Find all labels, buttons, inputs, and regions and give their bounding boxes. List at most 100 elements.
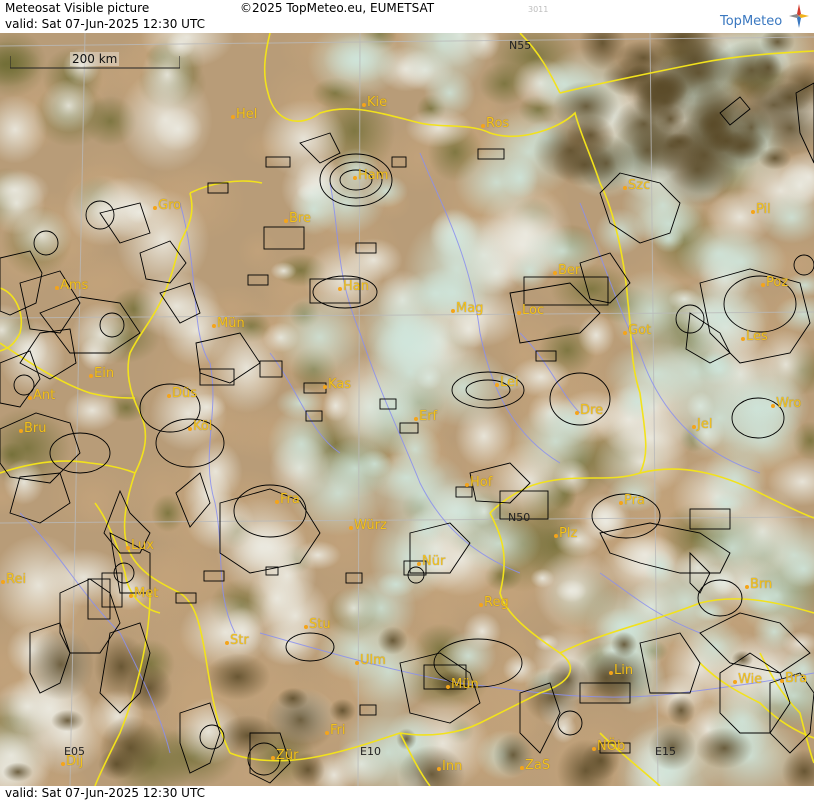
grid-label-n50: N50 [508, 511, 531, 524]
city-label: Mag [451, 301, 483, 316]
cloud-patch [656, 104, 685, 134]
city-label: Ros [481, 116, 509, 131]
city-dot [355, 661, 359, 665]
city-name: Han [343, 279, 369, 294]
city-name: NÖb [597, 739, 626, 754]
city-dot [465, 483, 469, 487]
cloud-patch [454, 146, 539, 219]
city-name: Dre [580, 403, 604, 418]
city-label: Les [741, 329, 768, 344]
city-label: Lux [126, 538, 154, 553]
city-name: Nür [422, 554, 446, 569]
cloud-patch [633, 201, 705, 247]
city-label: Fra [275, 492, 300, 507]
city-name: Würz [354, 518, 387, 533]
city-label: Reg [479, 595, 509, 610]
city-label: Düs [167, 386, 198, 401]
city-label: Dij [61, 754, 84, 769]
cloud-patch [118, 68, 213, 172]
city-label: Ber [553, 263, 580, 278]
city-dot [225, 641, 229, 645]
city-label: Han [338, 279, 369, 294]
city-dot [28, 396, 32, 400]
city-label: Ulm [355, 653, 386, 668]
cloud-patch [530, 568, 555, 588]
cloud-patch [270, 262, 297, 280]
city-name: Kas [328, 377, 352, 392]
city-label: Bre [284, 211, 311, 226]
city-dot [619, 501, 623, 505]
logo-text: TopMeteo [720, 14, 783, 29]
city-dot [575, 411, 579, 415]
map-canvas [0, 33, 814, 786]
header-bar: Meteosat Visible picture valid: Sat 07-J… [0, 0, 814, 33]
city-name: Pil [756, 202, 771, 217]
copyright-text: ©2025 TopMeteo.eu, EUMETSAT [240, 1, 435, 15]
city-name: Köl [193, 419, 213, 434]
city-label: Mün [446, 677, 479, 692]
city-dot [451, 309, 455, 313]
city-dot [751, 210, 755, 214]
city-label: Got [623, 323, 651, 338]
grid-label-e15: E15 [655, 745, 676, 758]
city-dot [284, 219, 288, 223]
city-name: Les [746, 329, 768, 344]
city-label: Hel [231, 107, 258, 122]
city-label: Pra [619, 493, 645, 508]
cloud-patch [265, 687, 336, 753]
city-label: Lei [495, 375, 519, 390]
cloud-patch [126, 664, 173, 712]
city-dot [446, 685, 450, 689]
city-name: Hel [236, 107, 258, 122]
city-name: Stu [309, 617, 331, 632]
city-label: Ein [89, 366, 115, 381]
city-name: Düs [172, 386, 198, 401]
grid-label-e10: E10 [360, 745, 381, 758]
city-name: Fra [280, 492, 300, 507]
city-label: Ams [55, 278, 88, 293]
product-title: Meteosat Visible picture [5, 1, 150, 15]
city-dot [761, 283, 765, 287]
cloud-patch [610, 631, 638, 658]
city-name: Dij [66, 754, 84, 769]
city-name: Reg [484, 595, 509, 610]
city-label: Brn [745, 577, 772, 592]
city-name: Inn [442, 759, 463, 774]
city-name: Bre [289, 211, 311, 226]
city-dot [553, 271, 557, 275]
cloud-patch [2, 762, 33, 782]
city-label: Poz [761, 275, 788, 290]
cloud-patch [205, 653, 271, 701]
city-label: Ant [28, 388, 56, 403]
topmeteo-logo[interactable]: TopMeteo [718, 3, 810, 31]
city-dot [692, 425, 696, 429]
city-name: Zür [276, 748, 299, 763]
city-name: Mün [451, 677, 479, 692]
city-name: Ant [33, 388, 56, 403]
city-dot [19, 429, 23, 433]
city-dot [188, 427, 192, 431]
city-label: Inn [437, 759, 463, 774]
city-name: Pra [624, 493, 645, 508]
city-dot [89, 374, 93, 378]
city-name: Lux [131, 538, 154, 553]
city-dot [414, 417, 418, 421]
city-name: Jel [697, 417, 713, 432]
cloud-patch [377, 626, 408, 655]
city-dot [323, 385, 327, 389]
city-name: Ein [94, 366, 115, 381]
cloud-patch [272, 292, 367, 382]
cloud-patch [643, 323, 748, 422]
city-dot [153, 206, 157, 210]
cloud-patch [151, 494, 185, 533]
city-name: Rei [6, 572, 27, 587]
city-name: Lin [614, 663, 634, 678]
cloud-patch [578, 134, 634, 193]
city-label: Met [129, 586, 158, 601]
city-label: Hof [465, 475, 492, 490]
cloud-texture [0, 33, 814, 786]
city-label: Erf [414, 409, 437, 424]
city-label: Köl [188, 419, 213, 434]
city-name: Wro [776, 396, 802, 411]
city-dot [517, 311, 521, 315]
